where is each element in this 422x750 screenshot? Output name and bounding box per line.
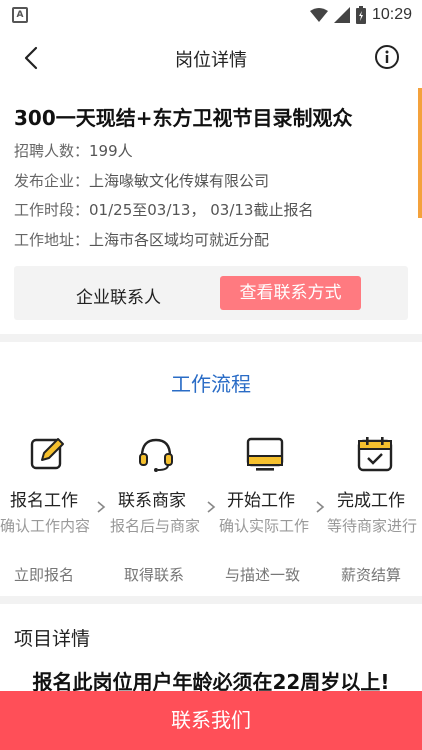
process-section: 工作流程 PROCEDURE 报名工作 确认工作内容 立即报名 联系商家 报名后… <box>0 342 422 596</box>
calendar-check-icon <box>357 437 393 472</box>
step-foot: 取得联系 <box>124 566 185 584</box>
info-row-address: 工作地址：上海市各区域均可就近分配 <box>14 229 269 250</box>
view-contact-button[interactable]: 查看联系方式 <box>220 276 361 310</box>
notification-icon: A <box>12 7 28 23</box>
battery-icon <box>355 6 366 24</box>
step-foot: 薪资结算 <box>341 566 402 584</box>
info-row-company: 发布企业：上海喙敏文化传媒有限公司 <box>14 170 269 191</box>
step-name: 完成工作 <box>337 491 405 511</box>
step-desc: 报名后与商家 <box>110 517 201 535</box>
nav-bar: 岗位详情 <box>0 30 422 86</box>
info-value: 01/25至03/13， 03/13截止报名 <box>89 201 314 219</box>
info-label: 发布企业： <box>14 172 90 190</box>
step-desc: 确认实际工作 <box>219 517 310 535</box>
step-name: 联系商家 <box>118 491 186 511</box>
info-icon[interactable] <box>374 44 400 70</box>
project-detail-section: 项目详情 报名此岗位用户年龄必须在22周岁以上! <box>0 604 422 694</box>
section-divider <box>0 596 422 604</box>
chevron-right-icon <box>316 501 325 513</box>
status-icons: 10:29 <box>309 4 412 26</box>
step-foot: 立即报名 <box>14 566 75 584</box>
status-time: 10:29 <box>371 6 412 23</box>
job-title: 300一天现结+东方卫视节目录制观众 <box>14 106 353 130</box>
headset-icon <box>139 438 173 472</box>
info-label: 工作时段： <box>14 201 90 219</box>
chevron-right-icon <box>207 501 216 513</box>
page-title: 岗位详情 <box>175 50 247 71</box>
step-desc: 等待商家进行 <box>327 517 418 535</box>
chevron-right-icon <box>97 501 106 513</box>
contact-us-button[interactable]: 联系我们 <box>0 691 422 750</box>
step-name: 开始工作 <box>227 491 295 511</box>
edit-icon <box>30 438 64 470</box>
step-desc: 确认工作内容 <box>0 517 91 535</box>
section-divider <box>0 334 422 342</box>
step-name: 报名工作 <box>10 491 78 511</box>
info-value: 199人 <box>89 142 133 160</box>
process-title: 工作流程 <box>171 372 251 396</box>
contact-box: 企业联系人 查看联系方式 <box>14 266 408 320</box>
wifi-icon <box>309 8 328 22</box>
info-label: 招聘人数： <box>14 142 90 160</box>
info-label: 工作地址： <box>14 231 90 249</box>
info-value: 上海喙敏文化传媒有限公司 <box>89 172 270 190</box>
info-value: 上海市各区域均可就近分配 <box>89 231 270 249</box>
contact-label: 企业联系人 <box>76 288 161 308</box>
detail-title: 项目详情 <box>14 628 91 650</box>
job-info-section: 300一天现结+东方卫视节目录制观众 招聘人数：199人 发布企业：上海喙敏文化… <box>0 86 422 334</box>
step-foot: 与描述一致 <box>225 566 301 584</box>
signal-icon <box>333 7 350 23</box>
status-bar: A 10:29 <box>0 0 422 30</box>
info-row-headcount: 招聘人数：199人 <box>14 140 133 161</box>
monitor-icon <box>246 437 284 471</box>
info-row-period: 工作时段：01/25至03/13， 03/13截止报名 <box>14 199 313 220</box>
